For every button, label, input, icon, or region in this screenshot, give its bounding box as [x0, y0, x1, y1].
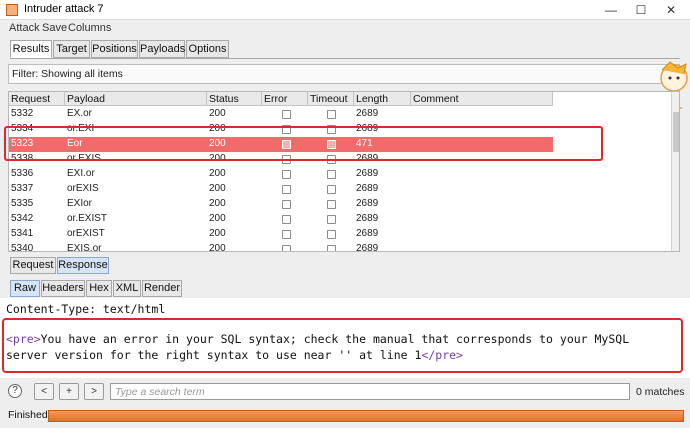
tab-headers[interactable]: Headers [41, 280, 85, 297]
timeout-checkbox [327, 170, 336, 179]
error-checkbox [282, 200, 291, 209]
cell-status: 200 [209, 108, 226, 119]
tab-divider [10, 58, 680, 59]
status-text: Finished [8, 409, 48, 421]
cell-payload: EX.or [67, 108, 93, 119]
window-title: Intruder attack 7 [24, 3, 104, 15]
col-comment[interactable]: Comment [411, 92, 553, 106]
col-request[interactable]: Request [9, 92, 65, 106]
error-checkbox [282, 215, 291, 224]
cell-length: 2689 [356, 213, 379, 224]
progress-fill [49, 411, 683, 421]
cell-request: 5341 [11, 228, 34, 239]
tab-payloads[interactable]: Payloads [139, 40, 185, 58]
menu-columns[interactable]: Columns [68, 22, 111, 34]
cell-status: 200 [209, 198, 226, 209]
error-checkbox [282, 245, 291, 251]
next-match-button[interactable]: > [84, 383, 104, 400]
scrollbar-thumb[interactable] [673, 112, 679, 152]
table-scrollbar[interactable] [671, 92, 679, 251]
annotation-box-selected-row [4, 126, 603, 161]
table-row[interactable]: 5340 EXIS.or 200 2689 [9, 242, 553, 252]
tab-results[interactable]: Results [10, 40, 52, 58]
table-row[interactable]: 5335 EXIor 200 2689 [9, 197, 553, 212]
cell-status: 200 [209, 168, 226, 179]
response-header-line: Content-Type: text/html [6, 302, 166, 316]
maximize-button[interactable]: ☐ [626, 0, 656, 20]
cell-length: 2689 [356, 243, 379, 252]
cell-payload: EXIor [67, 198, 93, 209]
tab-response[interactable]: Response [57, 257, 109, 274]
cell-length: 2689 [356, 228, 379, 239]
status-bar: Finished [0, 404, 690, 428]
cell-request: 5337 [11, 183, 34, 194]
col-payload[interactable]: Payload [65, 92, 207, 106]
search-input[interactable] [110, 383, 630, 400]
timeout-checkbox [327, 245, 336, 251]
table-row[interactable]: 5341 orEXIST 200 2689 [9, 227, 553, 242]
minimize-button[interactable]: — [596, 0, 626, 20]
error-checkbox [282, 170, 291, 179]
table-header: Request Payload Status Error Timeout Len… [9, 92, 553, 106]
cell-length: 2689 [356, 108, 379, 119]
filter-text: Filter: Showing all items [12, 68, 123, 80]
window-titlebar: Intruder attack 7 — ☐ ✕ [0, 0, 690, 20]
menu-save[interactable]: Save [42, 22, 67, 34]
table-row[interactable]: 5332 EX.or 200 2689 [9, 107, 553, 122]
timeout-checkbox [327, 230, 336, 239]
cell-status: 200 [209, 228, 226, 239]
cell-request: 5342 [11, 213, 34, 224]
annotation-box-error-message [2, 318, 683, 373]
col-error[interactable]: Error [262, 92, 308, 106]
menu-bar: Attack Save Columns [0, 20, 690, 38]
tab-render[interactable]: Render [142, 280, 182, 297]
cell-length: 2689 [356, 168, 379, 179]
cell-status: 200 [209, 243, 226, 252]
cell-payload: orEXIS [67, 183, 99, 194]
cell-request: 5340 [11, 243, 34, 252]
cell-request: 5332 [11, 108, 34, 119]
tab-xml[interactable]: XML [113, 280, 141, 297]
filter-bar[interactable]: Filter: Showing all items [8, 64, 680, 84]
timeout-checkbox [327, 185, 336, 194]
error-checkbox [282, 185, 291, 194]
menu-attack[interactable]: Attack [9, 22, 40, 34]
results-table: Request Payload Status Error Timeout Len… [8, 91, 680, 252]
cell-length: 2689 [356, 183, 379, 194]
cell-status: 200 [209, 213, 226, 224]
timeout-checkbox [327, 200, 336, 209]
col-length[interactable]: Length [354, 92, 411, 106]
cell-status: 200 [209, 183, 226, 194]
table-row[interactable]: 5342 or.EXIST 200 2689 [9, 212, 553, 227]
tab-target[interactable]: Target [53, 40, 90, 58]
cell-payload: orEXIST [67, 228, 105, 239]
table-row[interactable]: 5337 orEXIS 200 2689 [9, 182, 553, 197]
tab-options[interactable]: Options [186, 40, 229, 58]
timeout-checkbox [327, 110, 336, 119]
app-icon [6, 4, 18, 16]
error-checkbox [282, 230, 291, 239]
cell-payload: EXIS.or [67, 243, 102, 252]
cell-length: 2689 [356, 198, 379, 209]
col-timeout[interactable]: Timeout [308, 92, 354, 106]
match-count: 0 matches [636, 386, 685, 398]
cell-request: 5335 [11, 198, 34, 209]
error-checkbox [282, 110, 291, 119]
tab-raw[interactable]: Raw [10, 280, 40, 297]
prev-match-button[interactable]: < [34, 383, 54, 400]
cell-payload: EXI.or [67, 168, 95, 179]
tab-hex[interactable]: Hex [86, 280, 112, 297]
close-button[interactable]: ✕ [656, 0, 686, 20]
search-bar: ? < + > 0 matches [0, 380, 690, 404]
cell-request: 5336 [11, 168, 34, 179]
col-status[interactable]: Status [207, 92, 262, 106]
timeout-checkbox [327, 215, 336, 224]
table-row[interactable]: 5336 EXI.or 200 2689 [9, 167, 553, 182]
cell-payload: or.EXIST [67, 213, 108, 224]
progress-bar [48, 410, 684, 422]
tab-positions[interactable]: Positions [91, 40, 138, 58]
tab-request[interactable]: Request [10, 257, 56, 274]
add-button[interactable]: + [59, 383, 79, 400]
help-icon[interactable]: ? [8, 384, 22, 398]
